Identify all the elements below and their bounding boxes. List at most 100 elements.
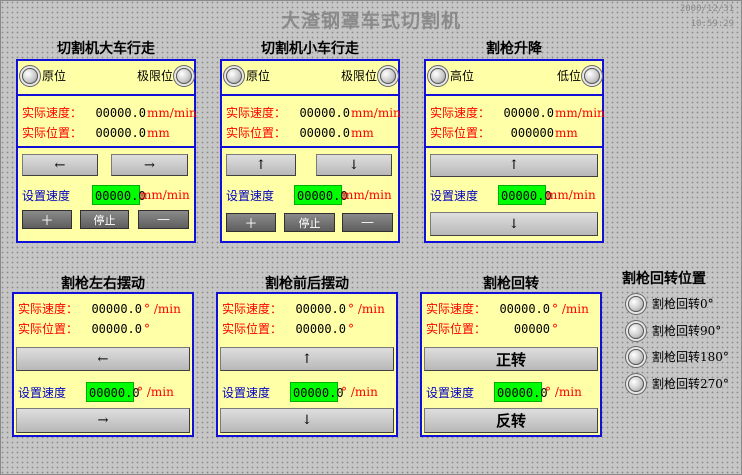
divider	[222, 146, 398, 148]
plus-button[interactable]: ＋	[22, 210, 72, 229]
lift-up-button[interactable]: ↑	[430, 154, 598, 177]
swing-left-button[interactable]: ←	[16, 347, 190, 371]
divider	[18, 94, 194, 96]
move-up-button[interactable]: ↑	[226, 154, 296, 176]
speed-unit: mm/min	[342, 188, 392, 202]
low-label: 低位	[556, 69, 581, 83]
panel4-title: 割枪左右摆动	[61, 276, 145, 292]
actual-position-value: 00000.0	[295, 321, 347, 336]
high-indicator-icon	[430, 67, 446, 84]
lift-down-button[interactable]: ↓	[430, 212, 598, 236]
speed-unit: ° /min	[552, 301, 589, 316]
actual-position-value: 00000	[513, 321, 551, 336]
set-speed-label: 设置速度	[18, 385, 67, 400]
rotation-position-label: 割枪回转90°	[652, 324, 722, 338]
speed-unit: ° /min	[545, 385, 582, 399]
position-unit: °	[348, 321, 355, 336]
speed-unit: ° /min	[144, 301, 181, 316]
stop-button[interactable]: 停止	[284, 213, 335, 232]
position-unit: mm	[555, 125, 578, 140]
position-indicator-icon	[628, 322, 644, 339]
position-indicator-icon	[628, 295, 644, 312]
rotation-position-label: 割枪回转270°	[652, 377, 729, 391]
actual-speed-value: 00000.0	[91, 301, 143, 316]
set-speed-label: 设置速度	[22, 188, 71, 203]
speed-unit: ° /min	[348, 301, 385, 316]
set-speed-input[interactable]: 00000.0	[294, 185, 348, 205]
actual-position-value: 00000.0	[299, 125, 351, 140]
actual-speed-label: 实际速度：	[222, 302, 283, 316]
speed-unit: mm/min	[147, 105, 197, 120]
actual-position-label: 实际位置：	[22, 126, 83, 140]
speed-unit: mm/min	[546, 188, 596, 202]
set-speed-input[interactable]: 00000.0	[494, 382, 548, 402]
speed-unit: mm/min	[140, 188, 190, 202]
move-right-button[interactable]: →	[111, 154, 188, 176]
set-speed-input[interactable]: 00000.0	[92, 185, 146, 205]
swing-right-button[interactable]: →	[16, 408, 190, 433]
actual-position-label: 实际位置：	[222, 322, 283, 336]
actual-speed-label: 实际速度：	[18, 302, 79, 316]
home-label: 原位	[42, 69, 67, 83]
divider	[222, 94, 398, 96]
move-left-button[interactable]: ←	[22, 154, 98, 176]
set-speed-input[interactable]: 00000.0	[86, 382, 140, 402]
set-speed-input[interactable]: 00000.0	[290, 382, 344, 402]
home-indicator-icon	[22, 67, 38, 84]
speed-unit: ° /min	[137, 385, 174, 399]
panel1-title: 切割机大车行走	[57, 41, 155, 57]
set-speed-input[interactable]: 00000.0	[498, 185, 552, 205]
time-display: 10:59:29	[690, 19, 734, 29]
plus-button[interactable]: ＋	[226, 213, 276, 232]
stop-button[interactable]: 停止	[80, 210, 129, 229]
speed-unit: ° /min	[341, 385, 378, 399]
limit-label: 极限位	[136, 69, 173, 83]
position-indicator-icon	[628, 375, 644, 392]
rotation-position-0: 割枪回转0°	[628, 295, 714, 312]
rotate-forward-button[interactable]: 正转	[424, 347, 598, 371]
limit-indicator-icon	[176, 67, 192, 84]
low-indicator-icon	[584, 67, 600, 84]
actual-speed-label: 实际速度：	[430, 106, 491, 120]
page-title: 大渣钢罩车式切割机	[280, 10, 461, 32]
high-label: 高位	[450, 69, 475, 83]
rotation-position-90: 割枪回转90°	[628, 322, 721, 339]
rotation-position-270: 割枪回转270°	[628, 375, 729, 392]
minus-button[interactable]: —	[138, 210, 189, 229]
position-unit: °	[144, 321, 151, 336]
move-down-button[interactable]: ↓	[316, 154, 392, 176]
actual-speed-value: 00000.0	[499, 301, 551, 316]
divider	[18, 146, 194, 148]
actual-speed-label: 实际速度：	[226, 106, 287, 120]
actual-position-value: 000000	[510, 125, 555, 140]
speed-unit: mm/min	[555, 105, 605, 120]
position-indicator-icon	[628, 348, 644, 365]
rotation-position-180: 割枪回转180°	[628, 348, 729, 365]
set-speed-label: 设置速度	[222, 385, 271, 400]
rotation-position-label: 割枪回转180°	[652, 350, 729, 364]
limit-indicator-icon	[380, 67, 396, 84]
set-speed-label: 设置速度	[226, 188, 275, 203]
rotate-reverse-button[interactable]: 反转	[424, 408, 598, 433]
panel6-torch-rotation: 实际速度： 00000.0 ° /min 实际位置： 00000 ° 正转 设置…	[420, 292, 602, 437]
actual-position-label: 实际位置：	[430, 126, 491, 140]
panel5-title: 割枪前后摆动	[265, 276, 349, 292]
panel3-torch-lift: 高位 低位 实际速度： 00000.0 mm/min 实际位置： 000000 …	[424, 59, 605, 243]
actual-position-value: 00000.0	[91, 321, 143, 336]
panel2-title: 切割机小车行走	[261, 41, 359, 57]
swing-forward-button[interactable]: ↑	[220, 347, 394, 371]
actual-speed-value: 00000.0	[503, 105, 555, 120]
home-label: 原位	[246, 69, 271, 83]
actual-speed-value: 00000.0	[299, 105, 351, 120]
divider	[426, 146, 602, 148]
set-speed-label: 设置速度	[426, 385, 475, 400]
divider	[426, 94, 602, 96]
minus-button[interactable]: —	[342, 213, 393, 232]
panel6-title: 割枪回转	[483, 276, 539, 292]
rotation-position-title: 割枪回转位置	[622, 271, 706, 287]
set-speed-label: 设置速度	[430, 188, 479, 203]
swing-backward-button[interactable]: ↓	[220, 408, 394, 433]
limit-label: 极限位	[340, 69, 377, 83]
rotation-position-label: 割枪回转0°	[652, 297, 714, 311]
panel1-main-carriage: 原位 极限位 实际速度： 00000.0 mm/min 实际位置： 00000.…	[16, 59, 197, 243]
